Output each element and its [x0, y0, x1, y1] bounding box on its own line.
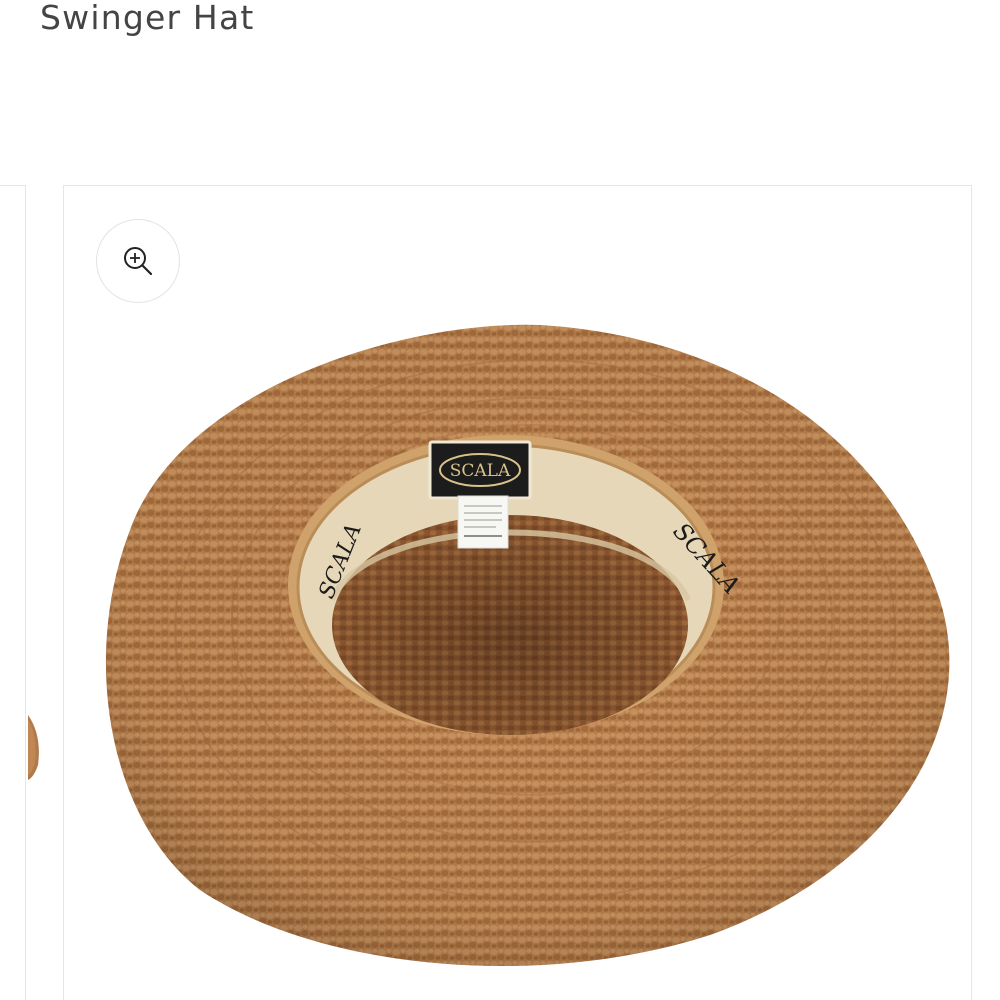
- product-page: Swinger Hat SCALA SCALA SCALA: [0, 0, 1000, 1000]
- brand-label: SCALA: [428, 440, 532, 500]
- svg-text:SCALA: SCALA: [450, 461, 511, 481]
- care-tag: [457, 495, 509, 549]
- zoom-in-icon: [124, 247, 153, 276]
- product-title: Swinger Hat: [40, 0, 255, 37]
- product-image-hat[interactable]: SCALA SCALA SCALA: [70, 300, 970, 1000]
- gallery-slide-previous[interactable]: [0, 185, 26, 1000]
- zoom-button[interactable]: [96, 219, 180, 303]
- previous-slide-image[interactable]: [28, 705, 68, 785]
